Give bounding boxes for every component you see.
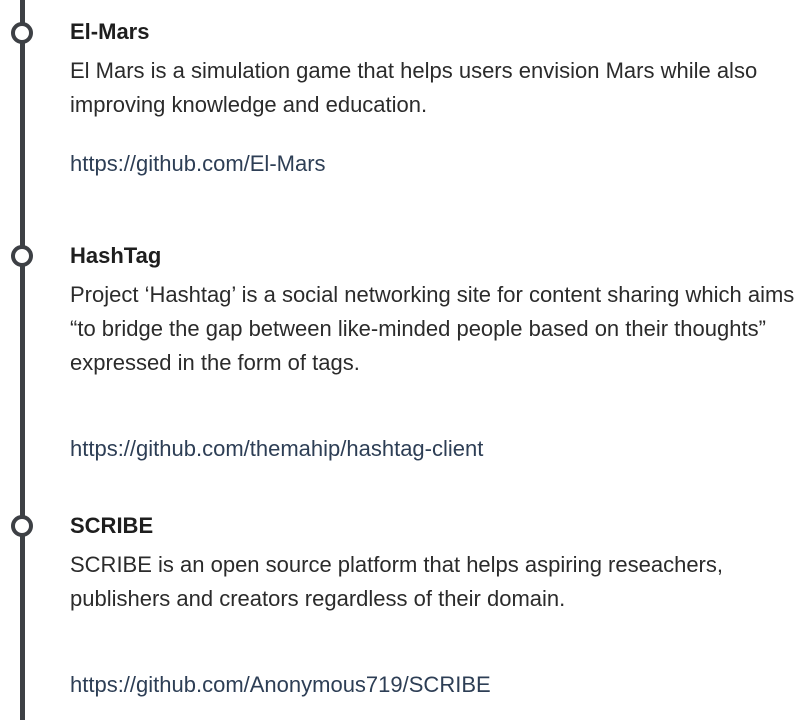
timeline-circle-icon bbox=[11, 22, 33, 44]
project-title: El-Mars bbox=[70, 19, 150, 44]
project-link[interactable]: https://github.com/El-Mars bbox=[70, 149, 326, 179]
timeline-circle-icon bbox=[11, 515, 33, 537]
project-title: HashTag bbox=[70, 243, 162, 268]
project-title: SCRIBE bbox=[70, 513, 154, 538]
project-description: Project ‘Hashtag’ is a social networking… bbox=[70, 282, 795, 375]
projects-timeline: El-Mars El Mars is a simulation game tha… bbox=[0, 0, 800, 720]
timeline-circle-icon bbox=[11, 245, 33, 267]
project-link[interactable]: https://github.com/Anonymous719/SCRIBE bbox=[70, 670, 491, 700]
timeline-line bbox=[20, 0, 25, 720]
project-description: El Mars is a simulation game that helps … bbox=[70, 58, 758, 117]
project-link[interactable]: https://github.com/themahip/hashtag-clie… bbox=[70, 434, 483, 464]
project-description: SCRIBE is an open source platform that h… bbox=[70, 552, 723, 611]
